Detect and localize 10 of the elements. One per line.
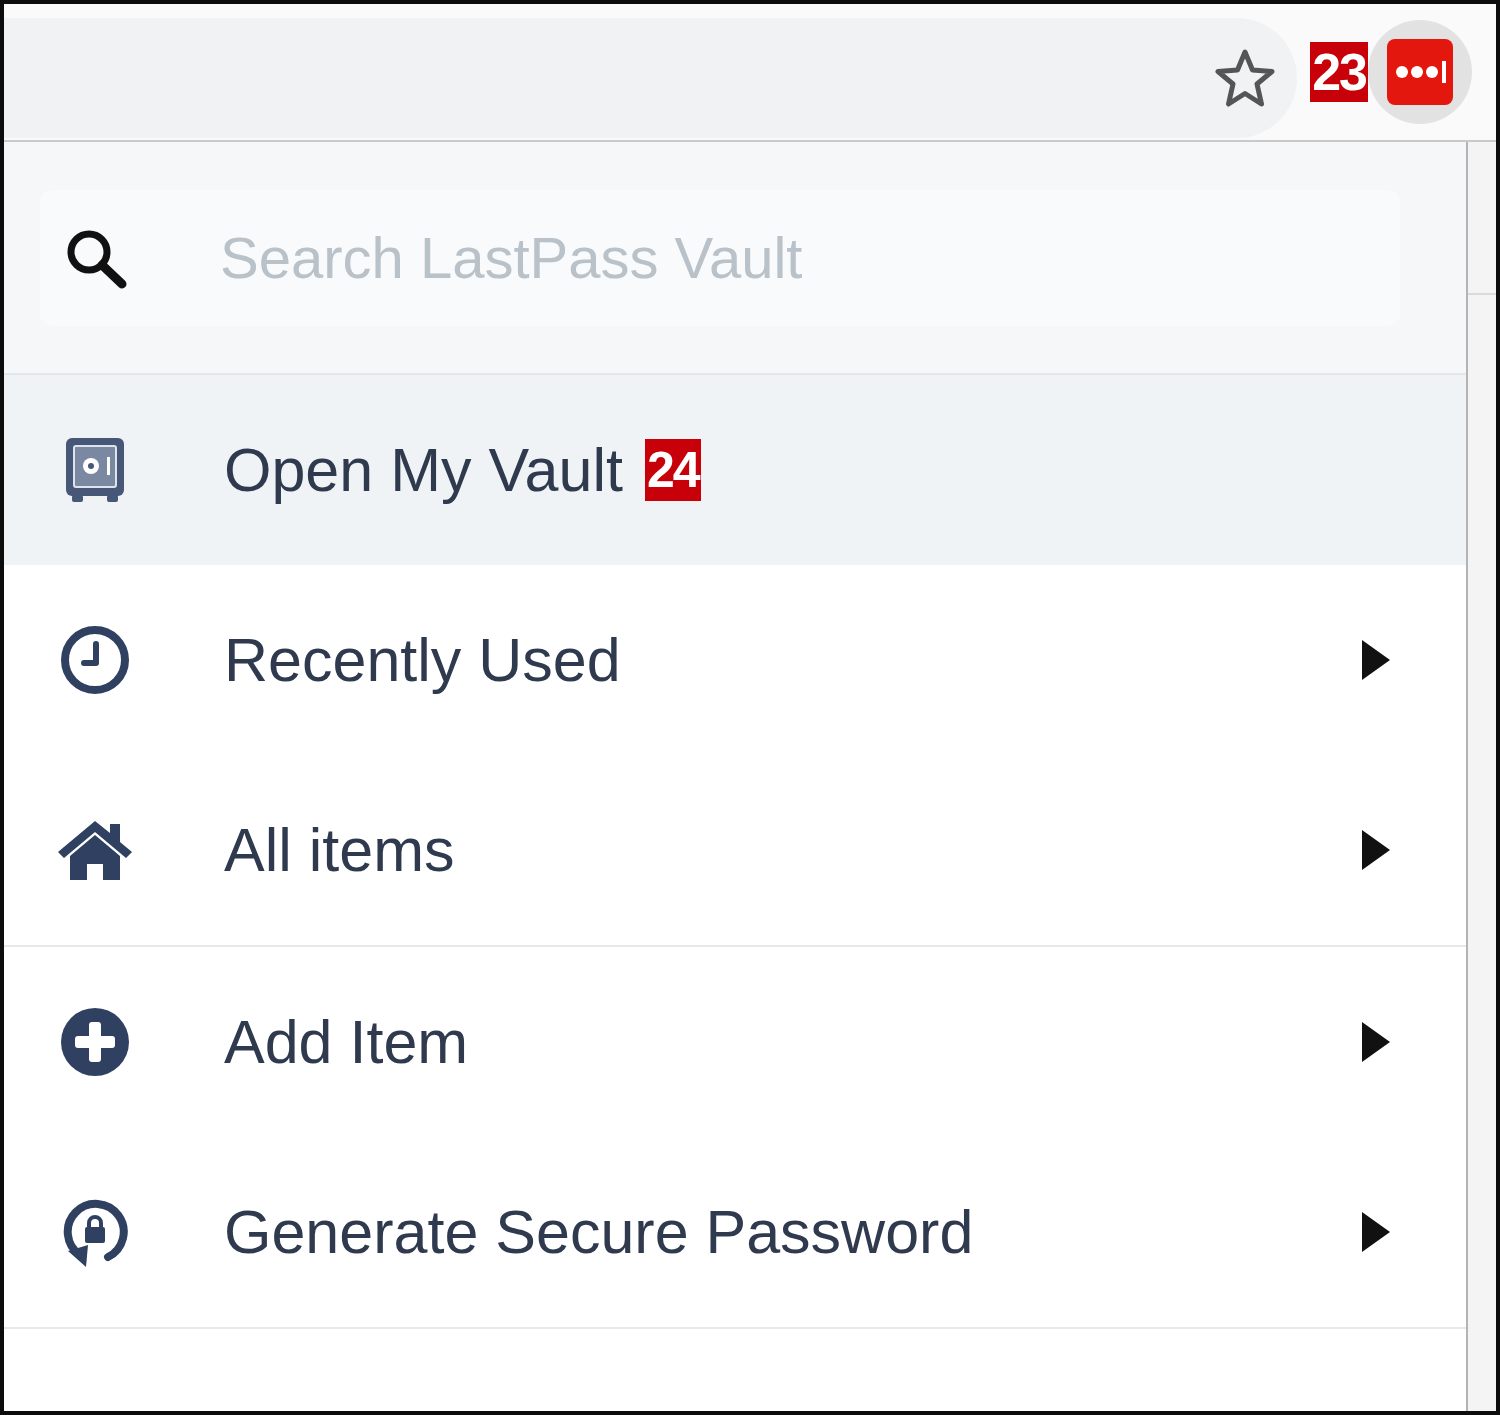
clock-icon [60,625,130,695]
search-field[interactable]: Search LastPass Vault [40,189,1400,326]
count-badge: 24 [644,439,701,501]
password-dots-icon [1387,39,1453,105]
star-icon[interactable] [1215,49,1276,107]
plus-circle-icon [60,1007,130,1077]
home-icon [57,819,133,881]
safe-icon [65,437,125,503]
menu-item[interactable]: Open My Vault 24 [4,375,1466,565]
count-badge: 23 [1310,42,1368,102]
